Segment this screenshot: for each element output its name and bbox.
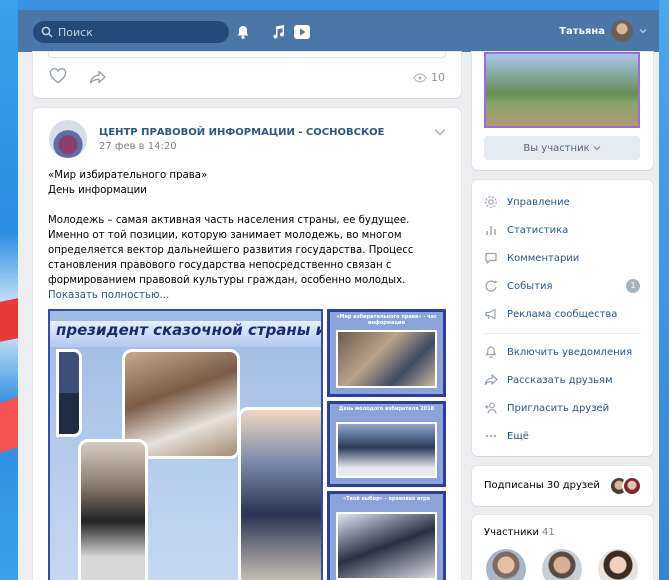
wallpaper-top xyxy=(0,0,669,10)
gear-icon xyxy=(485,196,497,208)
user-name: Татьяна xyxy=(559,25,605,37)
community-photo[interactable] xyxy=(484,52,640,128)
play-icon[interactable] xyxy=(293,23,311,41)
menu-item-label: Реклама сообщества xyxy=(507,308,618,320)
previous-attachment-edge xyxy=(48,52,446,58)
post-date[interactable]: 27 фев в 14:20 xyxy=(99,141,177,152)
bell-icon xyxy=(485,346,497,358)
chevron-down-icon xyxy=(639,29,647,34)
photo-image xyxy=(336,512,437,580)
members-count: 41 xyxy=(542,527,555,538)
members-label: Участники xyxy=(484,527,540,538)
wallpaper-left xyxy=(0,0,18,580)
view-count: 10 xyxy=(431,71,445,84)
menu-item-notifications[interactable]: Включить уведомления xyxy=(484,341,644,363)
show-more-link[interactable]: Показать полностью... xyxy=(48,288,448,303)
photo-inset xyxy=(238,407,321,580)
user-avatar xyxy=(611,20,633,42)
menu-item-label: Включить уведомления xyxy=(507,346,633,358)
more-icon xyxy=(485,434,497,438)
search-input[interactable] xyxy=(58,25,218,39)
share-icon[interactable] xyxy=(89,69,107,85)
photo-caption: День молодого избирателя 2018 xyxy=(338,406,435,412)
like-icon[interactable] xyxy=(49,68,67,84)
menu-item-label: Статистика xyxy=(507,224,569,236)
photo-caption: «Мир избирательного права» - час информа… xyxy=(336,314,437,326)
view-counter: 10 xyxy=(413,71,445,84)
members-card: Участники 41 xyxy=(472,515,653,580)
photo-thumbnail[interactable]: «Мир избирательного права» - час информа… xyxy=(327,309,446,397)
wallpaper-stripe xyxy=(0,397,18,453)
menu-item-events[interactable]: События 1 xyxy=(484,275,644,297)
menu-item-label: Ещё xyxy=(507,430,529,442)
search-icon xyxy=(41,26,53,38)
menu-item-label: Управление xyxy=(507,196,570,208)
post-photos: президент сказочной страны избра «Мир из… xyxy=(48,309,446,580)
user-menu[interactable]: Татьяна xyxy=(559,19,647,43)
wallpaper-stripe xyxy=(0,298,18,342)
menu-item-label: События xyxy=(507,280,553,292)
share-icon xyxy=(484,374,498,386)
music-icon[interactable] xyxy=(269,23,287,41)
photo-inset xyxy=(56,349,82,437)
menu-item-label: Комментарии xyxy=(507,252,580,264)
add-user-icon xyxy=(485,402,497,414)
member-avatar[interactable] xyxy=(598,549,638,580)
member-avatar[interactable] xyxy=(542,549,582,580)
community-photo-card: Вы участник xyxy=(472,52,653,170)
bell-icon[interactable] xyxy=(234,23,252,41)
post-body: Молодежь – самая активная часть населени… xyxy=(48,215,414,286)
community-menu: Управление Статистика Комментарии Событи… xyxy=(472,180,653,456)
photo-thumbnail[interactable]: «Твой выбор» - правовая игра xyxy=(327,491,446,580)
previous-post-footer: 10 xyxy=(33,52,461,98)
menu-item-ads[interactable]: Реклама сообщества xyxy=(484,303,644,325)
photo-image xyxy=(336,330,437,388)
eye-icon xyxy=(413,72,427,83)
members-title[interactable]: Участники 41 xyxy=(484,527,555,538)
menu-item-label: Пригласить друзей xyxy=(507,402,610,414)
member-status-button[interactable]: Вы участник xyxy=(484,136,640,160)
photo-main[interactable]: президент сказочной страны избра xyxy=(48,309,323,580)
photo-inset xyxy=(78,439,148,580)
wallpaper-right xyxy=(659,0,669,580)
megaphone-icon xyxy=(485,308,496,320)
photo-caption: «Твой выбор» - правовая игра xyxy=(342,496,431,502)
menu-divider xyxy=(484,333,641,334)
friends-avatars xyxy=(609,476,643,496)
photo-image xyxy=(336,422,437,478)
wall-post: ЦЕНТР ПРАВОВОЙ ИНФОРМАЦИИ - СОСНОВСКОЕ 2… xyxy=(33,108,461,580)
stats-icon xyxy=(486,226,496,235)
menu-item-stats[interactable]: Статистика xyxy=(484,219,644,241)
member-avatar[interactable] xyxy=(486,549,526,580)
photo-thumbnail[interactable]: День молодого избирателя 2018 xyxy=(327,401,446,487)
friends-subscribed-label: Подписаны 30 друзей xyxy=(484,480,600,491)
avatar xyxy=(622,476,642,496)
community-avatar[interactable] xyxy=(49,120,87,158)
post-author[interactable]: ЦЕНТР ПРАВОВОЙ ИНФОРМАЦИИ - СОСНОВСКОЕ xyxy=(99,127,384,138)
comment-icon xyxy=(485,252,497,264)
search-box[interactable] xyxy=(33,21,229,43)
menu-item-comments[interactable]: Комментарии xyxy=(484,247,644,269)
chevron-down-icon[interactable] xyxy=(434,128,446,136)
events-icon xyxy=(485,280,497,292)
photo-title-text: президент сказочной страны избра xyxy=(50,321,321,347)
menu-item-invite[interactable]: Пригласить друзей xyxy=(484,397,644,419)
member-status-label: Вы участник xyxy=(523,142,590,154)
menu-item-more[interactable]: Ещё xyxy=(484,425,644,447)
friends-subscribed-card[interactable]: Подписаны 30 друзей xyxy=(472,466,653,506)
chevron-down-icon xyxy=(593,146,601,151)
post-line: День информации xyxy=(48,185,147,196)
events-badge: 1 xyxy=(626,279,640,293)
post-line: «Мир избирательного права» xyxy=(48,170,208,181)
post-text: «Мир избирательного права» День информаци… xyxy=(48,168,448,303)
menu-item-tell-friends[interactable]: Рассказать друзьям xyxy=(484,369,644,391)
menu-item-label: Рассказать друзьям xyxy=(507,374,613,386)
top-header: Татьяна xyxy=(18,10,659,52)
menu-item-manage[interactable]: Управление xyxy=(484,191,644,213)
